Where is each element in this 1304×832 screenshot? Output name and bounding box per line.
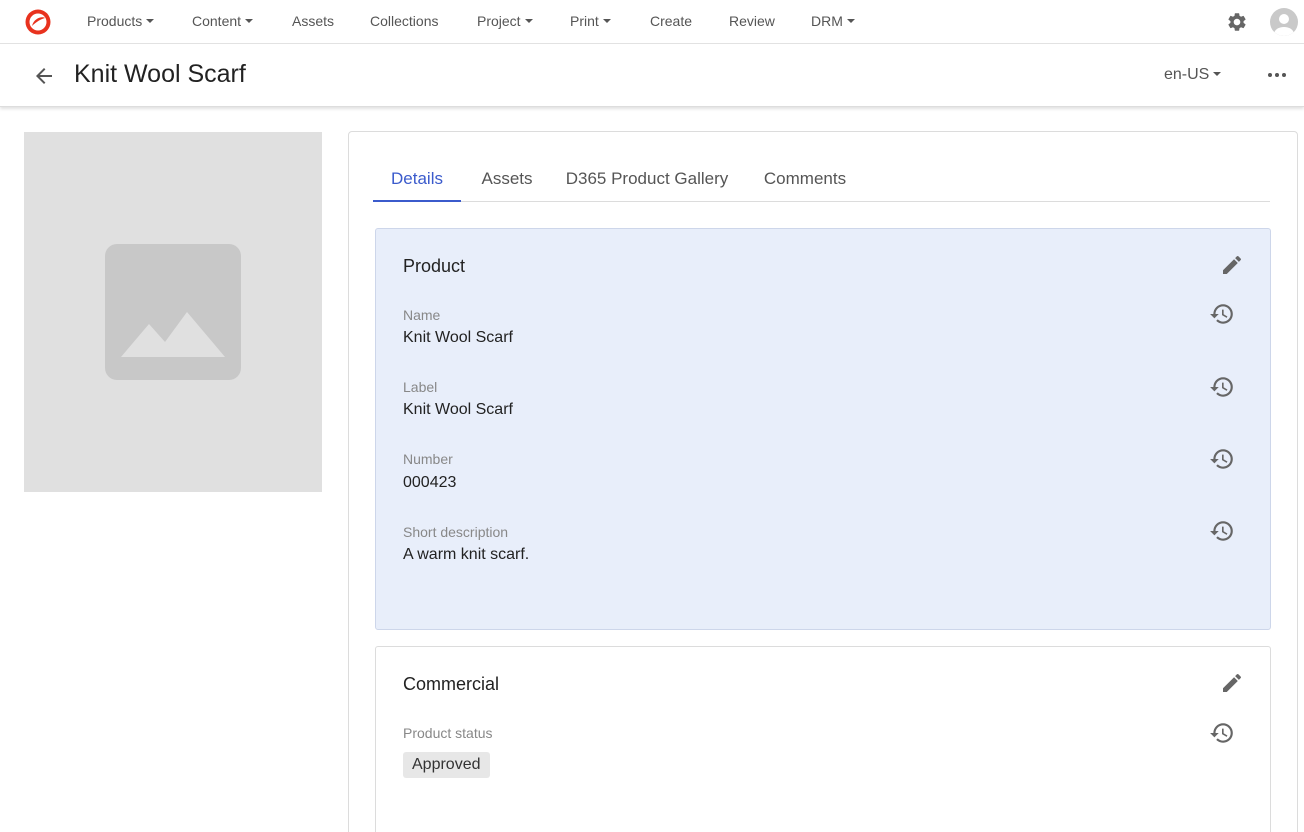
commercial-card — [375, 646, 1271, 832]
nav-print[interactable]: Print — [570, 0, 611, 44]
history-icon[interactable] — [1209, 518, 1235, 544]
gear-icon[interactable] — [1226, 11, 1248, 33]
brand-logo-icon[interactable] — [24, 8, 52, 36]
chevron-down-icon — [245, 19, 254, 24]
nav-drm[interactable]: DRM — [811, 0, 855, 44]
avatar-icon[interactable] — [1270, 8, 1298, 36]
commercial-card-title: Commercial — [403, 674, 500, 694]
history-icon[interactable] — [1209, 301, 1235, 327]
nav-project[interactable]: Project — [477, 0, 533, 44]
history-icon[interactable] — [1209, 446, 1235, 472]
field-label-product-status: Product status — [403, 725, 493, 741]
more-options-icon[interactable] — [1266, 64, 1288, 86]
nav-products[interactable]: Products — [87, 0, 155, 44]
history-icon[interactable] — [1209, 720, 1235, 746]
chevron-down-icon — [602, 19, 611, 24]
tab-bar: Details Assets D365 Product Gallery Comm… — [373, 160, 1270, 202]
field-label-short-description: Short description — [403, 524, 509, 540]
chevron-down-icon — [1213, 71, 1222, 76]
field-label-label: Label — [403, 379, 438, 395]
image-placeholder-icon — [105, 244, 241, 380]
nav-assets[interactable]: Assets — [292, 0, 334, 44]
top-navigation: Products Content Assets Collections Proj… — [0, 0, 1304, 44]
chevron-down-icon — [524, 19, 533, 24]
back-arrow-icon[interactable] — [32, 64, 56, 88]
field-value-name: Knit Wool Scarf — [403, 329, 513, 346]
page-header: Knit Wool Scarf en-US — [0, 44, 1304, 107]
history-icon[interactable] — [1209, 374, 1235, 400]
field-value-label: Knit Wool Scarf — [403, 401, 513, 418]
field-value-number: 000423 — [403, 474, 457, 491]
tab-d365-product-gallery[interactable]: D365 Product Gallery — [559, 160, 735, 202]
tab-comments[interactable]: Comments — [755, 160, 855, 202]
nav-create[interactable]: Create — [650, 0, 692, 44]
language-selector[interactable]: en-US — [1164, 66, 1222, 84]
field-label-number: Number — [403, 451, 453, 467]
tab-assets[interactable]: Assets — [473, 160, 541, 202]
nav-collections[interactable]: Collections — [370, 0, 438, 44]
nav-review[interactable]: Review — [729, 0, 775, 44]
page-title: Knit Wool Scarf — [74, 60, 246, 88]
field-label-name: Name — [403, 307, 441, 323]
product-card-title: Product — [403, 256, 466, 276]
chevron-down-icon — [146, 19, 155, 24]
edit-pencil-icon[interactable] — [1220, 671, 1244, 695]
edit-pencil-icon[interactable] — [1220, 253, 1244, 277]
status-badge: Approved — [403, 752, 490, 778]
nav-content[interactable]: Content — [192, 0, 254, 44]
tab-details[interactable]: Details — [373, 160, 461, 202]
chevron-down-icon — [846, 19, 855, 24]
field-value-short-description: A warm knit scarf. — [403, 546, 530, 563]
product-card — [375, 228, 1271, 630]
